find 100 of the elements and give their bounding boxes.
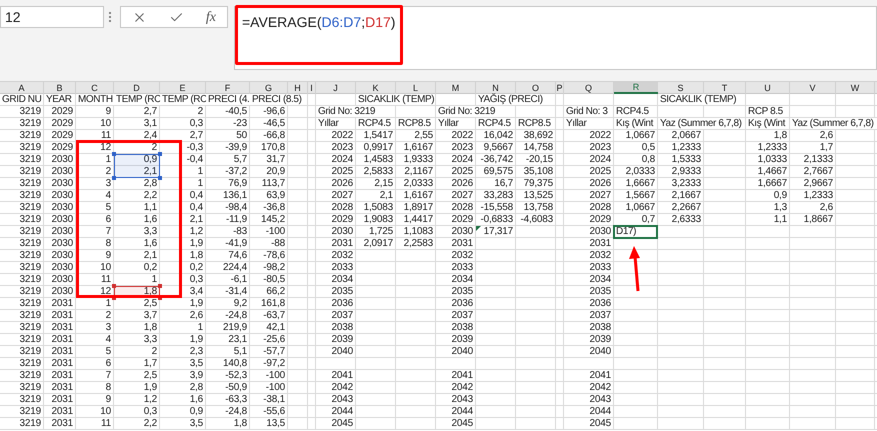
table-cell-text: 3219 [20, 418, 42, 429]
table-cell-text: 3,5 [190, 418, 204, 429]
table-cell-text: 0,9917 [364, 142, 394, 153]
table-cell-text: 2,6 [820, 202, 834, 213]
table-cell-text: 1,2333 [758, 142, 788, 153]
table-cell: GRID NU [0, 94, 42, 105]
column-header[interactable]: I [308, 82, 316, 94]
table-cell-text: 3219 [20, 298, 42, 309]
table-cell-text: 16,042 [484, 130, 514, 141]
table-cell-text: 0,4 [190, 190, 204, 201]
table-cell-text: 2022 [590, 130, 612, 141]
table-cell-text: 2030 [52, 166, 74, 177]
table-cell-text: 2,1667 [672, 190, 702, 201]
table-cell-text: 2039 [590, 334, 612, 345]
table-cell-text: 9 [106, 394, 112, 405]
table-cell-text: 2022 [332, 130, 354, 141]
table-cell-text: -100 [266, 226, 286, 237]
table-cell: RCP4.5 [356, 118, 392, 129]
table-cell-text: 38,692 [524, 130, 554, 141]
table-cell-text: 2,6 [190, 310, 204, 321]
table-cell-text: 1,8 [774, 130, 788, 141]
table-cell-text: 3219 [20, 358, 42, 369]
table-cell-text: 2025 [590, 166, 612, 177]
table-cell-text: 2,1 [190, 214, 204, 225]
table-cell-text: 0,4 [190, 202, 204, 213]
table-cell-text: 2044 [332, 406, 354, 417]
table-cell-text: 1,9083 [364, 214, 394, 225]
table-cell-text: 1,5083 [364, 202, 394, 213]
table-cell-text: 140,8 [222, 358, 248, 369]
table-cell-text: 2024 [452, 154, 474, 165]
table-cell-text: 2024 [332, 154, 354, 165]
table-cell-text: 2030 [52, 250, 74, 261]
table-cell-text: 2031 [52, 406, 74, 417]
table-cell-text: 2,1333 [804, 154, 834, 165]
table-cell-text: 2033 [332, 262, 354, 273]
column-header[interactable]: R [614, 82, 658, 94]
table-cell-text: 3219 [20, 118, 42, 129]
table-cell-text: 7 [106, 370, 112, 381]
table-cell-text: 3,7 [144, 310, 158, 321]
table-cell-text: 1,0667 [626, 202, 656, 213]
table-cell-text: -100 [266, 382, 286, 393]
column-header[interactable]: V [790, 82, 836, 94]
table-cell-text: 3219 [20, 382, 42, 393]
table-cell: RCP8.5 [396, 118, 432, 129]
table-cell-text: 2 [152, 142, 158, 153]
table-cell: Yıllar [436, 118, 460, 129]
column-header[interactable]: J [316, 82, 356, 94]
table-cell-text: 2031 [52, 334, 74, 345]
column-header[interactable]: U [746, 82, 790, 94]
table-cell-text: 2,1 [144, 250, 158, 261]
table-cell-text: 2027 [590, 190, 612, 201]
table-cell-text: 1,6667 [758, 178, 788, 189]
table-cell-text: 20,9 [266, 166, 286, 177]
table-cell-text: 2032 [452, 250, 474, 261]
table-cell-text: 113,7 [262, 178, 286, 189]
table-cell-text: 79,375 [524, 178, 554, 189]
table-cell-text: 0,5 [642, 142, 656, 153]
table-cell-text: 35,108 [524, 166, 554, 177]
table-cell-text: 2029 [332, 214, 354, 225]
insert-function-button[interactable]: fx [206, 6, 216, 28]
table-cell-text: 2045 [452, 418, 474, 429]
table-cell-text: 2043 [590, 394, 612, 405]
table-cell-text: 13,758 [524, 202, 554, 213]
table-cell-text: 2,0333 [626, 166, 656, 177]
table-cell-text: 2,8 [190, 382, 204, 393]
table-cell-text: 2,0333 [404, 178, 434, 189]
table-cell-text: 2030 [52, 286, 74, 297]
column-header[interactable]: W [836, 82, 875, 94]
table-cell-text: 1,6667 [626, 178, 656, 189]
table-cell-text: -88 [271, 238, 286, 249]
table-cell: Kış (Wint [614, 118, 654, 129]
table-cell: Grid No: 3219 [436, 106, 496, 117]
table-cell-text: 3 [106, 178, 112, 189]
table-cell-text: 2,5 [144, 298, 158, 309]
table-cell-text: -20,15 [526, 154, 554, 165]
table-cell-text: 2,55 [414, 130, 434, 141]
table-cell-text: 3219 [20, 106, 42, 117]
name-box[interactable]: 12 [0, 6, 104, 28]
drag-handle-icon[interactable] [109, 12, 111, 22]
table-cell-text: 2040 [452, 346, 474, 357]
formula-field[interactable]: =AVERAGE(D6:D7;D17) [234, 6, 877, 70]
table-cell-text: 2029 [52, 106, 74, 117]
table-cell-text: 1,9 [144, 382, 158, 393]
table-cell-text: 2,9667 [804, 178, 834, 189]
table-cell-text: 2034 [452, 274, 474, 285]
table-cell-text: 3 [106, 322, 112, 333]
active-cell-border[interactable] [613, 225, 658, 239]
table-cell-text: 2,2 [144, 190, 158, 201]
column-header[interactable]: M [436, 82, 476, 94]
table-cell-text: 3219 [20, 322, 42, 333]
table-cell-text: 3219 [20, 262, 42, 273]
table-cell-text: 3219 [20, 154, 42, 165]
table-cell-text: 1,6 [144, 238, 158, 249]
table-cell-text: 42,1 [266, 322, 286, 333]
column-header[interactable]: P [556, 82, 564, 94]
table-cell-text: -0,3 [186, 142, 204, 153]
table-cell-text: 1 [198, 322, 204, 333]
table-cell-text: 2037 [332, 310, 354, 321]
table-cell-text: 76,9 [228, 178, 248, 189]
table-cell: TEMP (RC [160, 94, 208, 105]
